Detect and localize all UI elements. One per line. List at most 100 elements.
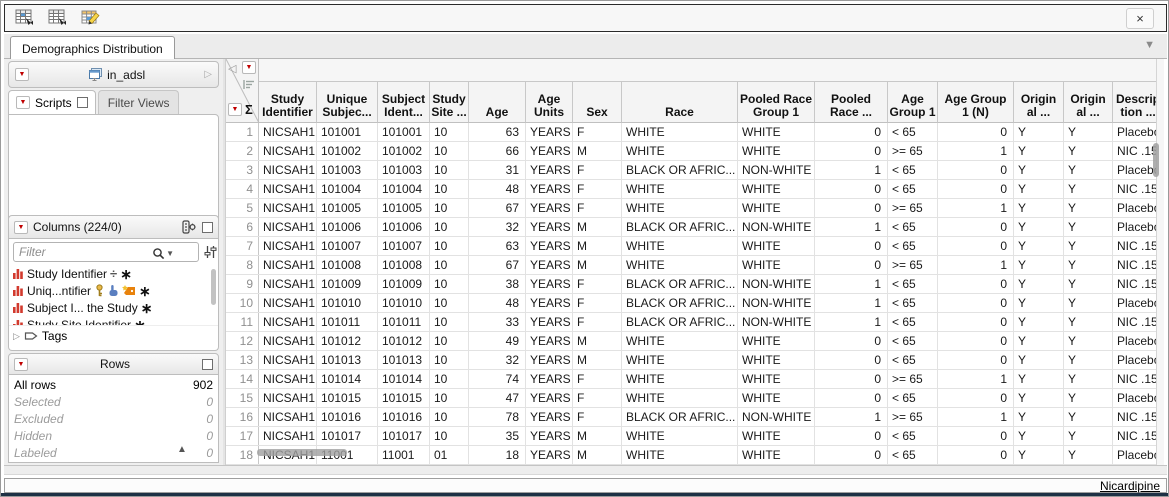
sigma-icon[interactable]: Σ <box>245 102 253 117</box>
red-triangle-menu-icon[interactable]: ▼ <box>16 96 30 109</box>
table-cell[interactable]: 0 <box>938 123 1014 141</box>
table-cell[interactable]: NICSAH1 <box>259 351 317 369</box>
table-cell[interactable]: 101012 <box>378 332 430 350</box>
table-cell[interactable]: 101006 <box>317 218 378 236</box>
table-cell[interactable]: 101017 <box>317 427 378 445</box>
table-cell[interactable]: 49 <box>469 332 526 350</box>
table-cell[interactable]: 48 <box>469 294 526 312</box>
data-table-view-icon[interactable] <box>12 7 38 29</box>
row-stat[interactable]: Excluded0 <box>9 410 218 427</box>
table-cell[interactable]: 01 <box>430 446 469 464</box>
table-cell[interactable]: 101005 <box>378 199 430 217</box>
table-cell[interactable]: YEARS <box>526 427 573 445</box>
table-cell[interactable]: 0 <box>938 427 1014 445</box>
table-cell[interactable]: 101007 <box>378 237 430 255</box>
table-cell[interactable]: WHITE <box>738 370 815 388</box>
table-cell[interactable]: WHITE <box>738 351 815 369</box>
table-cell[interactable]: Y <box>1064 123 1113 141</box>
row-stat[interactable]: Hidden0 <box>9 427 218 444</box>
table-cell[interactable]: F <box>573 294 622 312</box>
table-cell[interactable]: Y <box>1014 180 1064 198</box>
table-cell[interactable]: Y <box>1064 180 1113 198</box>
table-cell[interactable]: 101011 <box>378 313 430 331</box>
table-cell[interactable]: Y <box>1064 408 1113 426</box>
table-cell[interactable]: YEARS <box>526 370 573 388</box>
table-cell[interactable]: WHITE <box>622 199 738 217</box>
table-cell[interactable]: Y <box>1014 161 1064 179</box>
row-number[interactable]: 12 <box>226 332 259 350</box>
table-cell[interactable]: YEARS <box>526 275 573 293</box>
table-cell[interactable]: NICSAH1 <box>259 389 317 407</box>
table-cell[interactable]: 101002 <box>378 142 430 160</box>
table-cell[interactable]: 11001 <box>378 446 430 464</box>
table-cell[interactable]: YEARS <box>526 161 573 179</box>
table-cell[interactable]: 31 <box>469 161 526 179</box>
table-cell[interactable]: NON-WHITE <box>738 294 815 312</box>
table-cell[interactable]: WHITE <box>738 199 815 217</box>
table-cell[interactable]: YEARS <box>526 123 573 141</box>
table-cell[interactable]: WHITE <box>622 142 738 160</box>
table-cell[interactable]: 0 <box>815 237 888 255</box>
table-cell[interactable]: WHITE <box>622 332 738 350</box>
table-cell[interactable]: YEARS <box>526 408 573 426</box>
vertical-scrollbar-track[interactable] <box>1156 59 1164 465</box>
table-cell[interactable]: 101015 <box>378 389 430 407</box>
tab-demographics-distribution[interactable]: Demographics Distribution <box>10 36 175 60</box>
table-cell[interactable]: 10 <box>430 294 469 312</box>
table-cell[interactable]: WHITE <box>738 332 815 350</box>
table-cell[interactable]: 101015 <box>317 389 378 407</box>
table-cell[interactable]: BLACK OR AFRIC... <box>622 161 738 179</box>
table-cell[interactable]: M <box>573 237 622 255</box>
row-number[interactable]: 8 <box>226 256 259 274</box>
close-button[interactable]: × <box>1126 8 1154 29</box>
table-cell[interactable]: WHITE <box>738 123 815 141</box>
table-cell[interactable]: 0 <box>815 427 888 445</box>
vertical-scrollbar-thumb[interactable] <box>1153 143 1159 177</box>
table-cell[interactable]: 101001 <box>378 123 430 141</box>
table-cell[interactable]: 0 <box>815 256 888 274</box>
table-cell[interactable]: WHITE <box>622 389 738 407</box>
row-number[interactable]: 13 <box>226 351 259 369</box>
table-cell[interactable]: 1 <box>938 256 1014 274</box>
table-cell[interactable]: Y <box>1064 256 1113 274</box>
table-cell[interactable]: Y <box>1014 237 1064 255</box>
table-cell[interactable]: Y <box>1014 389 1064 407</box>
column-header[interactable]: Subject Ident... <box>378 82 430 123</box>
table-cell[interactable]: < 65 <box>888 237 938 255</box>
table-cell[interactable]: 101005 <box>317 199 378 217</box>
table-cell[interactable]: 101004 <box>317 180 378 198</box>
table-cell[interactable]: 48 <box>469 180 526 198</box>
row-number[interactable]: 18 <box>226 446 259 464</box>
table-cell[interactable]: M <box>573 256 622 274</box>
table-cell[interactable]: 101006 <box>378 218 430 236</box>
table-cell[interactable]: 10 <box>430 332 469 350</box>
table-cell[interactable]: NON-WHITE <box>738 218 815 236</box>
table-cell[interactable]: 1 <box>815 218 888 236</box>
table-cell[interactable]: 32 <box>469 351 526 369</box>
table-cell[interactable]: 66 <box>469 142 526 160</box>
table-cell[interactable]: WHITE <box>738 446 815 464</box>
table-cell[interactable]: NICSAH1 <box>259 256 317 274</box>
row-number[interactable]: 14 <box>226 370 259 388</box>
table-cell[interactable]: Y <box>1064 294 1113 312</box>
table-cell[interactable]: 10 <box>430 389 469 407</box>
table-cell[interactable]: 1 <box>815 313 888 331</box>
column-header[interactable]: Sex <box>573 82 622 123</box>
table-cell[interactable]: 1 <box>815 294 888 312</box>
table-cell[interactable]: F <box>573 408 622 426</box>
table-cell[interactable]: Y <box>1064 351 1113 369</box>
table-cell[interactable]: 32 <box>469 218 526 236</box>
table-cell[interactable]: 0 <box>938 313 1014 331</box>
rows-red-triangle-icon[interactable]: ▼ <box>228 103 242 116</box>
table-name[interactable]: in_adsl <box>29 68 204 82</box>
table-cell[interactable]: Y <box>1014 294 1064 312</box>
table-cell[interactable]: NON-WHITE <box>738 161 815 179</box>
table-cell[interactable]: NICSAH1 <box>259 237 317 255</box>
table-cell[interactable]: 101009 <box>378 275 430 293</box>
table-cell[interactable]: 33 <box>469 313 526 331</box>
table-cell[interactable]: BLACK OR AFRIC... <box>622 313 738 331</box>
column-list-item[interactable]: Study Identifier÷∗ <box>12 265 218 282</box>
table-cell[interactable]: 101013 <box>317 351 378 369</box>
table-cell[interactable]: 0 <box>815 370 888 388</box>
table-cell[interactable]: 1 <box>938 199 1014 217</box>
